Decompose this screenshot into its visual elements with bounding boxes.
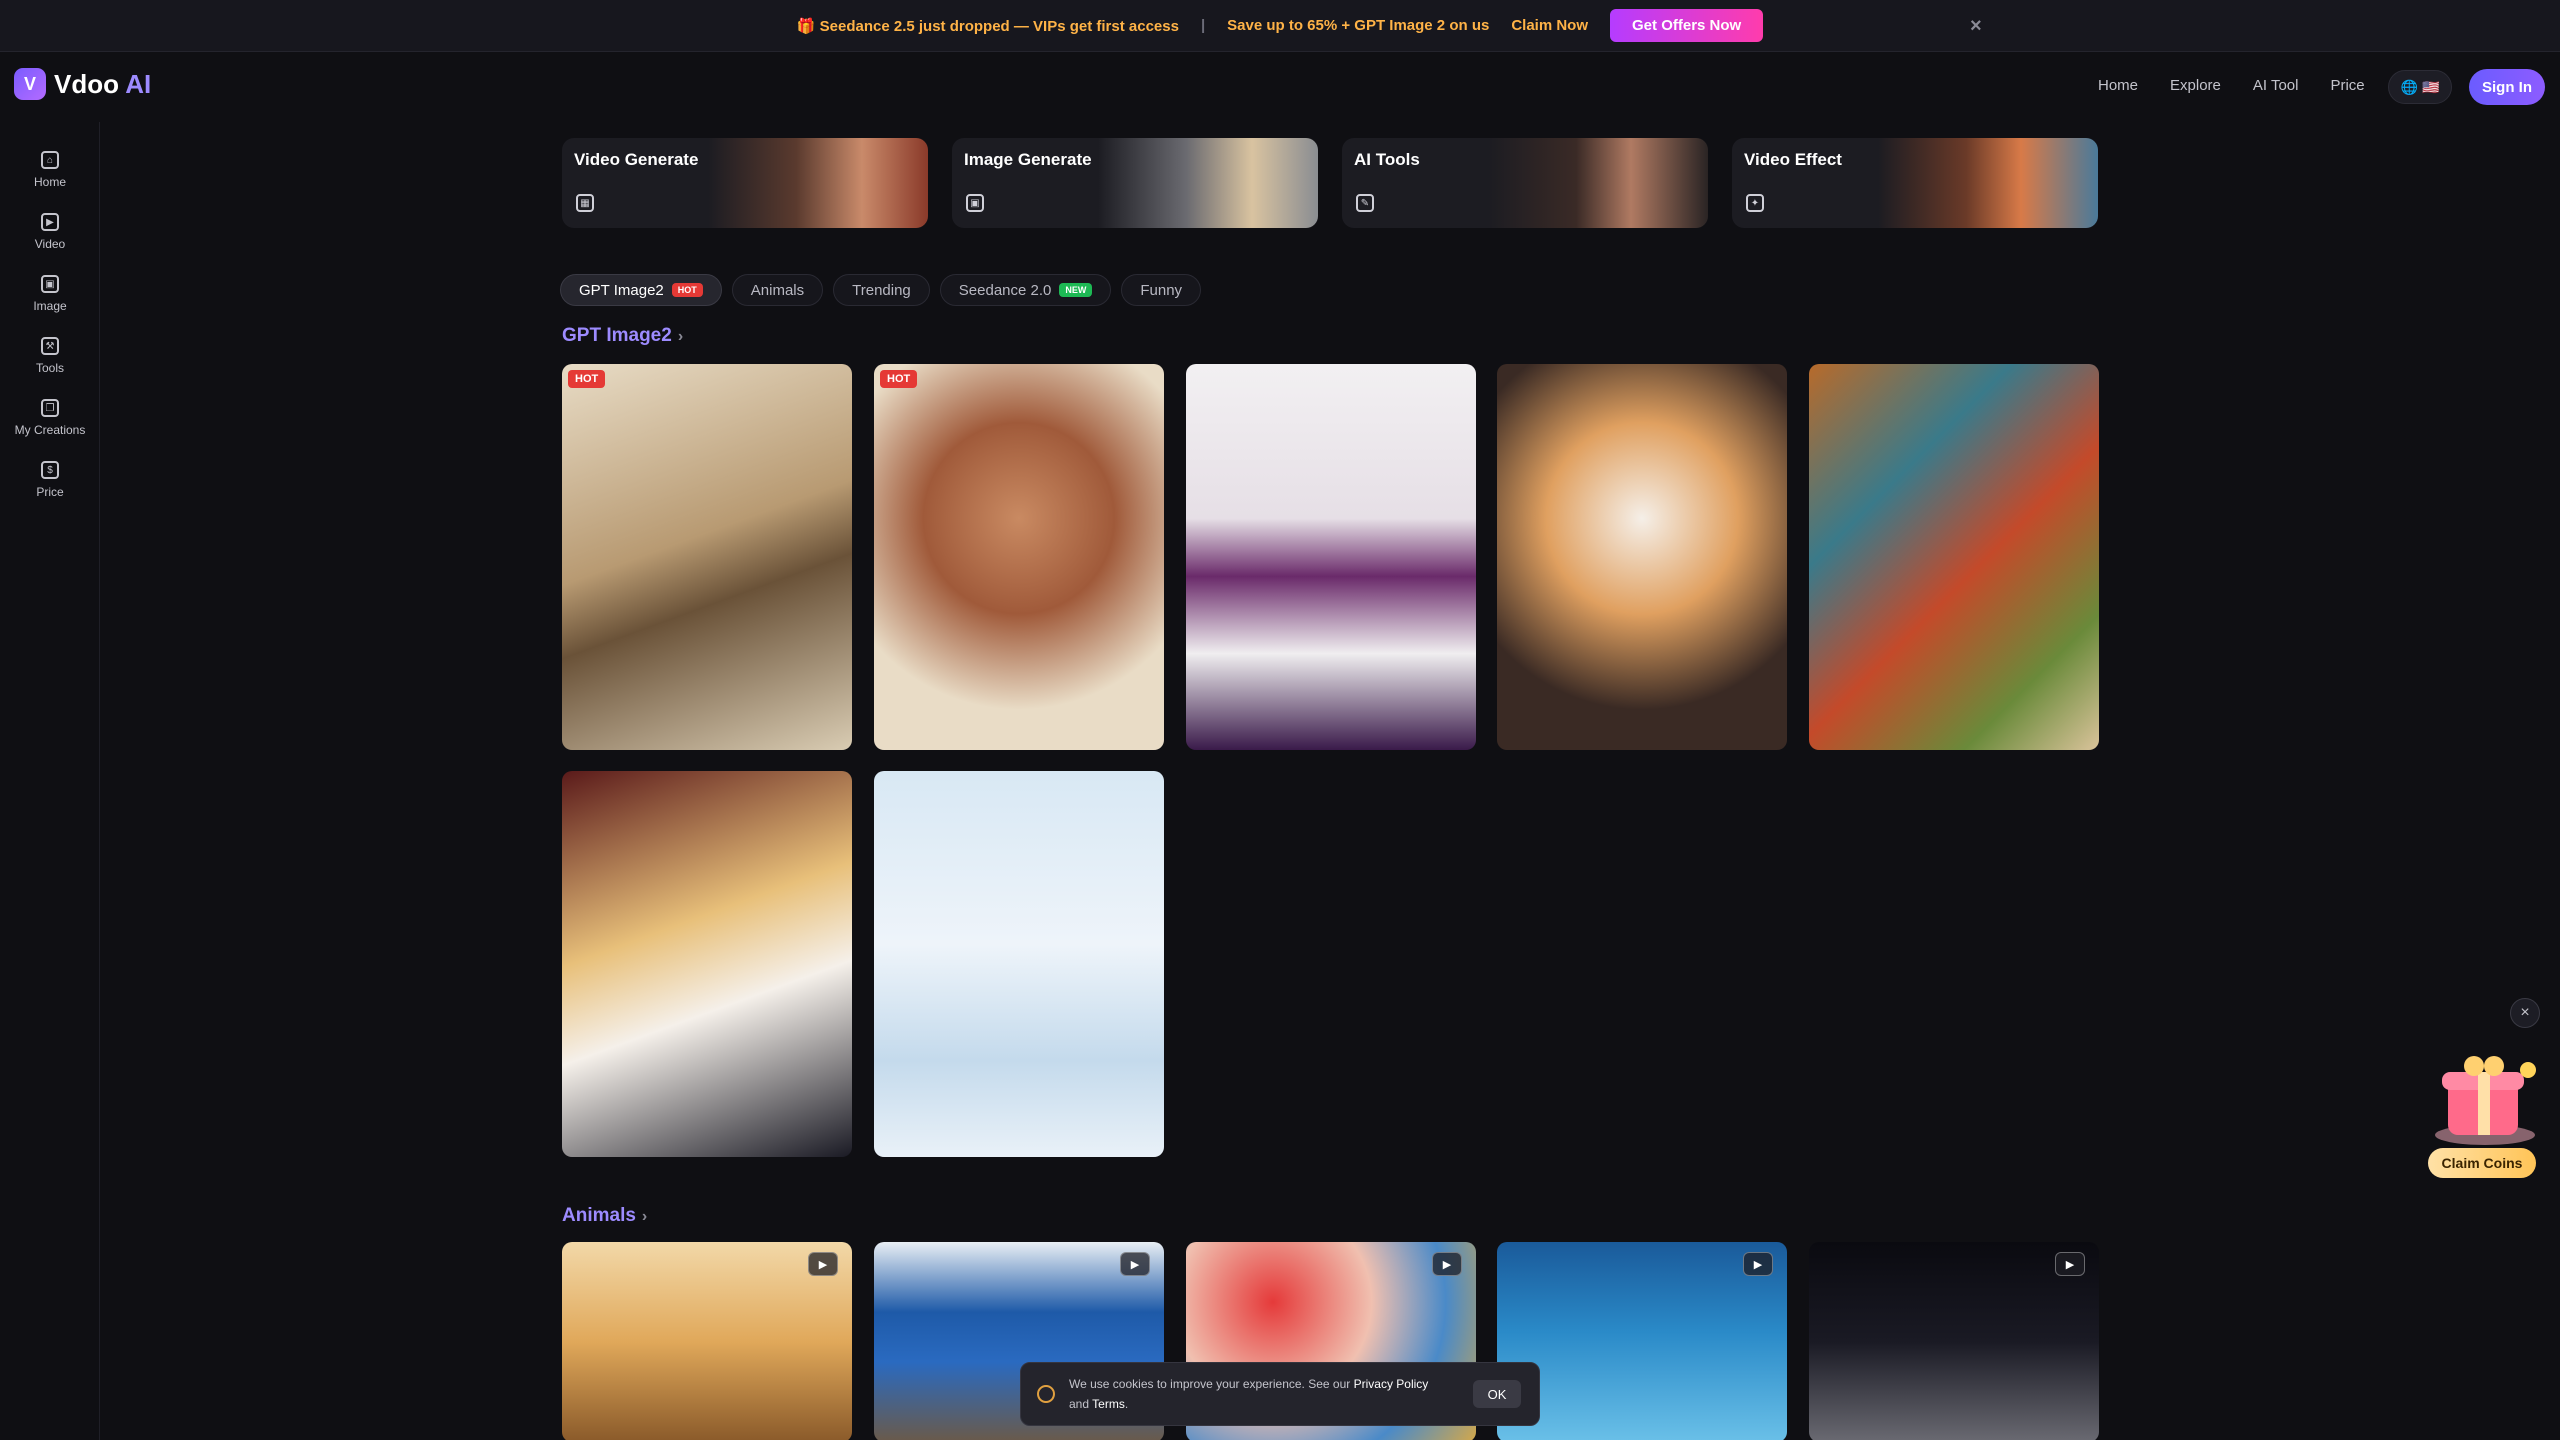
video-card-moon-rabbits[interactable]: ▶ (1809, 1242, 2099, 1440)
sidebar-item-my-creations[interactable]: ❐ My Creations (0, 392, 100, 444)
gallery-card-character-sheet[interactable] (1186, 364, 1476, 750)
image-icon: ▣ (41, 275, 59, 293)
home-icon: ⌂ (41, 151, 59, 169)
play-icon[interactable]: ▶ (1120, 1252, 1150, 1276)
gift-icon[interactable] (2420, 1040, 2550, 1150)
cookie-text: We use cookies to improve your experienc… (1069, 1377, 1429, 1411)
chevron-right-icon: › (677, 328, 684, 345)
tab-seedance[interactable]: Seedance 2.0 NEW (939, 274, 1112, 306)
sidebar-item-tools[interactable]: ⚒ Tools (0, 330, 100, 382)
category-thumbnail (1098, 138, 1318, 228)
coin-stack-icon: $ (41, 461, 59, 479)
nav-link-price[interactable]: Price (2330, 77, 2364, 94)
category-ai-tools[interactable]: AI Tools ✎ (1342, 138, 1708, 228)
gallery-card-bremen-animals[interactable] (1809, 364, 2099, 750)
tab-funny[interactable]: Funny (1121, 274, 1202, 306)
play-icon[interactable]: ▶ (2055, 1252, 2085, 1276)
tab-label: Animals (750, 281, 805, 299)
sidebar: ⌂ Home ▶ Video ▣ Image ⚒ Tools ❐ My Crea… (0, 122, 100, 1440)
tab-trending[interactable]: Trending (833, 274, 930, 306)
category-video-generate[interactable]: Video Generate ▦ (562, 138, 928, 228)
sign-in-button[interactable]: Sign In (2469, 69, 2545, 105)
tab-label: Funny (1140, 281, 1183, 299)
language-selector[interactable]: 🌐 🇺🇸 (2388, 70, 2452, 104)
category-title: Video Generate (574, 150, 699, 169)
video-card-lion[interactable]: ▶ (562, 1242, 852, 1440)
claim-now-link[interactable]: Claim Now (1511, 17, 1588, 34)
sidebar-item-label: Image (33, 299, 67, 313)
wand-icon: ✎ (1356, 194, 1374, 212)
tab-label: Seedance 2.0 (958, 281, 1052, 299)
sidebar-item-image[interactable]: ▣ Image (0, 268, 100, 320)
claim-coins-button[interactable]: Claim Coins (2428, 1148, 2536, 1178)
sidebar-item-video[interactable]: ▶ Video (0, 206, 100, 258)
video-icon: ▶ (41, 213, 59, 231)
gallery-card-pyramid[interactable]: HOT (562, 364, 852, 750)
tab-gpt-image2[interactable]: GPT Image2 HOT (560, 274, 722, 306)
privacy-policy-link[interactable]: Privacy Policy (1354, 1377, 1429, 1391)
section-title-gpt-image2[interactable]: GPT Image2 › (562, 325, 683, 347)
toolbox-icon: ⚒ (41, 337, 59, 355)
category-video-effect[interactable]: Video Effect ✦ (1732, 138, 2098, 228)
category-thumbnail (1878, 138, 2098, 228)
filter-tabs: GPT Image2 HOT Animals Trending Seedance… (560, 274, 2098, 308)
sidebar-item-label: Home (33, 175, 66, 189)
category-image-generate[interactable]: Image Generate ▣ (952, 138, 1318, 228)
tab-animals[interactable]: Animals (731, 274, 824, 306)
flag-icon: 🇺🇸 (2422, 78, 2440, 95)
category-thumbnail (708, 138, 928, 228)
tab-label: GPT Image2 (579, 281, 664, 299)
promo-separator: | (1200, 17, 1206, 34)
gallery-card-octopus[interactable]: HOT (874, 364, 1164, 750)
sidebar-item-home[interactable]: ⌂ Home (0, 144, 100, 196)
top-nav: V Vdoo AI Home Explore AI Tool Price 🌐 🇺… (0, 52, 2560, 122)
sidebar-item-label: Video (34, 237, 66, 251)
chevron-right-icon: › (641, 1208, 648, 1225)
hot-badge: HOT (568, 370, 606, 388)
play-icon[interactable]: ▶ (1432, 1252, 1462, 1276)
tab-label: Trending (852, 281, 911, 299)
sidebar-item-label: Tools (35, 361, 64, 375)
sidebar-item-label: Price (36, 485, 64, 499)
clapperboard-icon: ▦ (576, 194, 594, 212)
category-title: AI Tools (1354, 150, 1420, 169)
hot-badge: HOT (880, 370, 918, 388)
category-title: Image Generate (964, 150, 1092, 169)
nav-link-home[interactable]: Home (2098, 77, 2138, 94)
logo-text: Vdoo AI (54, 68, 152, 99)
close-icon[interactable]: × (1970, 15, 1982, 38)
terms-link[interactable]: Terms (1092, 1397, 1125, 1411)
logo-icon: V (14, 68, 46, 100)
section-title-animals[interactable]: Animals › (562, 1205, 647, 1227)
logo[interactable]: V Vdoo AI (14, 68, 151, 100)
gallery-icon: ❐ (41, 399, 59, 417)
video-card-whale[interactable]: ▶ (1497, 1242, 1787, 1440)
play-icon[interactable]: ▶ (808, 1252, 838, 1276)
get-offers-button[interactable]: Get Offers Now (1610, 9, 1764, 42)
play-icon[interactable]: ▶ (1743, 1252, 1773, 1276)
nav-link-explore[interactable]: Explore (2170, 77, 2221, 94)
new-badge: NEW (1059, 283, 1093, 297)
close-icon[interactable]: × (2510, 998, 2540, 1028)
gallery-card-chef-cat[interactable] (1497, 364, 1787, 750)
sidebar-item-label: My Creations (14, 423, 86, 437)
cookie-ok-button[interactable]: OK (1473, 1380, 1521, 1408)
nav-links: Home Explore AI Tool Price (2098, 77, 2365, 94)
hot-badge: HOT (671, 283, 703, 297)
sidebar-item-price[interactable]: $ Price (0, 454, 100, 506)
cookie-icon (1037, 1385, 1055, 1403)
gallery-card-anime-girl[interactable] (562, 771, 852, 1157)
promo-banner: 🎁 Seedance 2.5 just dropped — VIPs get f… (0, 0, 2560, 52)
nav-link-ai-tool[interactable]: AI Tool (2253, 77, 2299, 94)
globe-icon: 🌐 (2400, 78, 2418, 95)
cookie-banner: We use cookies to improve your experienc… (1020, 1362, 1540, 1426)
category-thumbnail (1488, 138, 1708, 228)
sparkle-icon: ✦ (1746, 194, 1764, 212)
image-icon: ▣ (966, 194, 984, 212)
promo-save-text: Save up to 65% + GPT Image 2 on us (1227, 17, 1490, 34)
promo-text: 🎁 Seedance 2.5 just dropped — VIPs get f… (796, 17, 1179, 35)
gallery-card-angel-sheet[interactable] (874, 771, 1164, 1157)
category-title: Video Effect (1744, 150, 1842, 169)
